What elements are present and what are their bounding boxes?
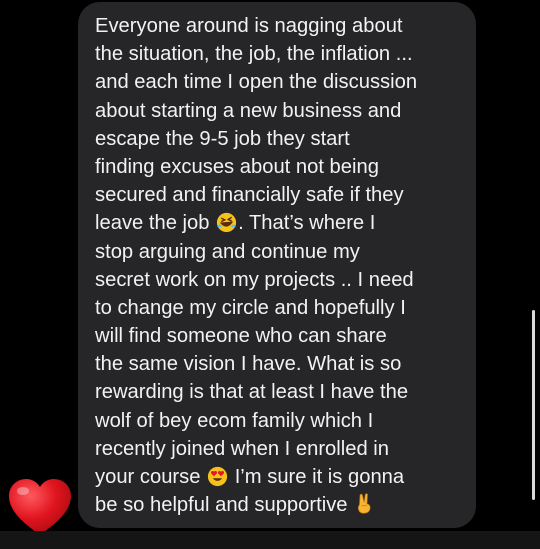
bottom-bar [0,531,540,549]
message-line: recently joined when I enrolled in [95,437,390,460]
message-segment: your course [95,466,201,488]
heart-eyes-emoji [207,466,228,487]
message-segment: I’m sure it is gonna [234,466,405,488]
message-line: wolf of bey ecom family which I [95,409,374,432]
message-line: secured and financially safe if they [95,184,404,207]
chat-screen: Everyone around is nagging about the sit… [0,0,540,549]
message-line: and each time I open the discussion [95,71,418,94]
message-line: secret work on my projects .. I need [95,268,414,291]
message-line: your course I’m sure it is gonna [95,463,466,491]
message-line: finding excuses about not being [95,155,379,178]
message-segment: be so helpful and supportive [95,494,348,517]
message-line: the same vision I have. What is so [95,353,402,376]
message-line: be so helpful and supportive [95,491,466,519]
message-line: rewarding is that at least I have the [95,381,409,404]
message-line: escape the 9-5 job they start [95,127,350,150]
red-heart-icon [9,479,71,535]
message-segment: leave the job [95,212,210,235]
reaction-heart[interactable] [6,477,74,539]
message-line: Everyone around is nagging about [95,15,403,37]
message-line: leave the job . That’s where I [95,209,466,237]
message-line: to change my circle and hopefully I [95,296,406,319]
message-segment: . That’s where I [238,212,376,235]
rolling-on-floor-laughing-emoji [216,212,237,233]
message-line: will find someone who can share [95,325,387,348]
victory-hand-emoji [354,492,375,514]
message-line: the situation, the job, the inflation ..… [95,43,413,66]
message-line: about starting a new business and [95,99,402,122]
message-line: stop arguing and continue my [95,240,360,263]
scrollbar[interactable] [532,310,535,500]
message-bubble[interactable]: Everyone around is nagging about the sit… [78,2,476,528]
